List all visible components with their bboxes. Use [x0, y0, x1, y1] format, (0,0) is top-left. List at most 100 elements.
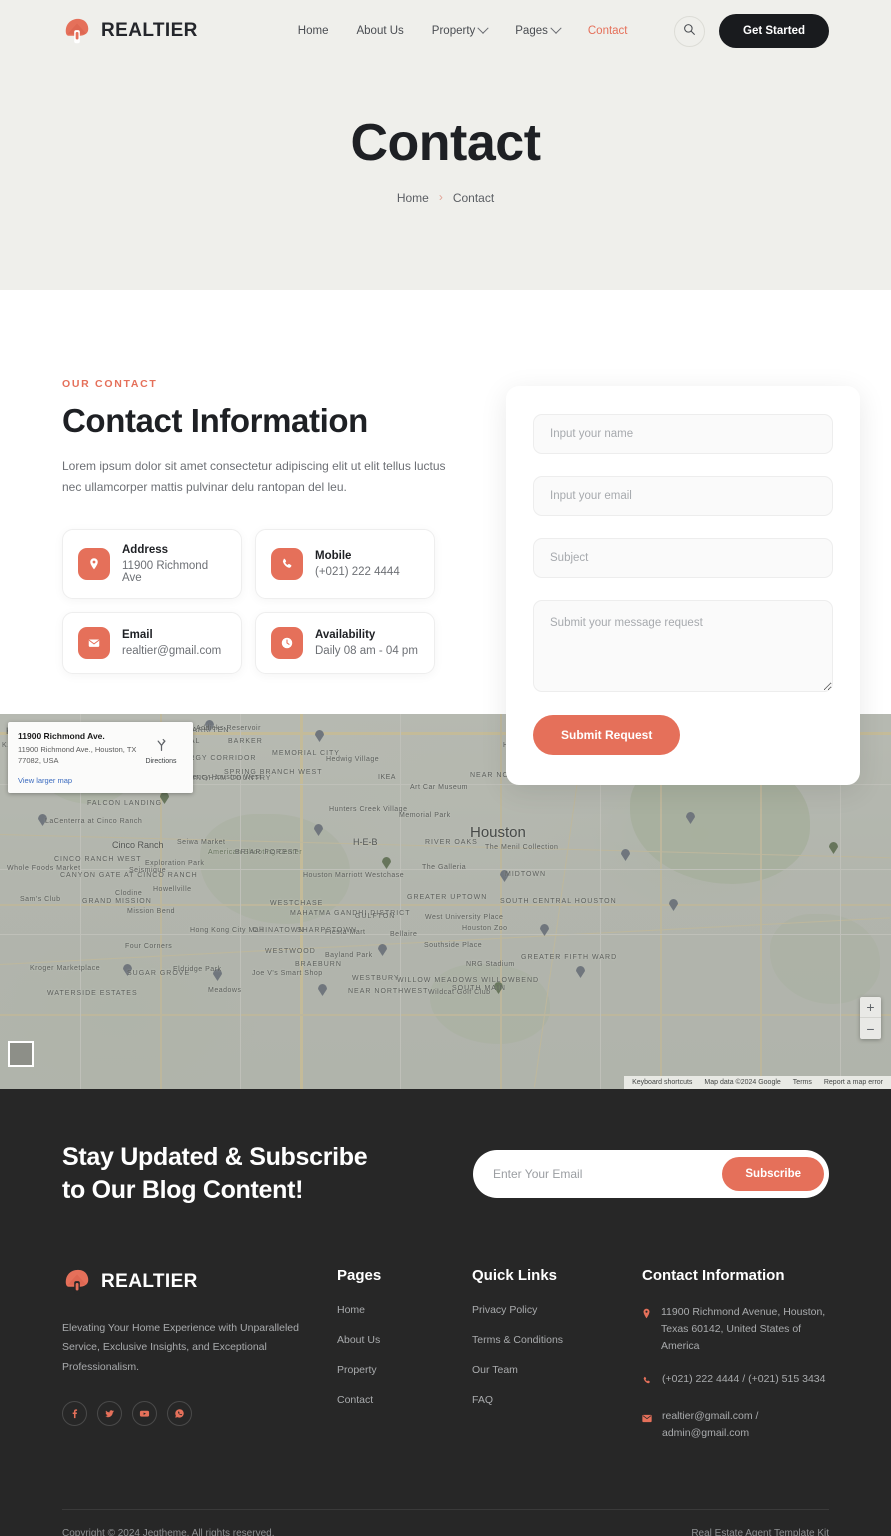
contact-card-value: 11900 Richmond Ave [122, 560, 209, 584]
map-place-label: NRG Stadium [466, 961, 515, 968]
view-larger-map-link[interactable]: View larger map [18, 776, 139, 785]
facebook-icon[interactable] [62, 1401, 87, 1427]
copyright-text: Copyright © 2024 Jegtheme, All rights re… [62, 1527, 275, 1536]
footer-link-faq[interactable]: FAQ [472, 1394, 642, 1406]
chevron-down-icon [477, 22, 489, 34]
footer-link-about-us[interactable]: About Us [337, 1334, 472, 1346]
nav-item-property[interactable]: Property [432, 22, 489, 37]
chevron-down-icon [550, 22, 562, 34]
map-place-label: MIDTOWN [505, 871, 547, 878]
map-place-label: Cinco Ranch [112, 840, 164, 850]
footer-link-our-team[interactable]: Our Team [472, 1364, 642, 1376]
footer-phone-text[interactable]: (+021) 222 4444 / (+021) 515 3434 [662, 1371, 825, 1388]
map-place-label: Four Corners [125, 943, 173, 950]
map-place-label: GREATER FIFTH WARD [521, 954, 618, 961]
keyboard-shortcuts-link[interactable]: Keyboard shortcuts [632, 1079, 692, 1086]
breadcrumb-item-home[interactable]: Home [397, 191, 429, 205]
map-data-credit: Map data ©2024 Google [704, 1079, 781, 1086]
main-navigation: Home About Us Property Pages Contact [298, 22, 628, 37]
map-streetview-thumbnail[interactable] [8, 1041, 34, 1067]
contact-card-email[interactable]: Email realtier@gmail.com [62, 612, 242, 674]
name-input[interactable] [533, 414, 833, 454]
map-place-label: Howellville [153, 886, 192, 893]
map-place-label: WESTWOOD [265, 948, 316, 955]
report-map-error-link[interactable]: Report a map error [824, 1079, 883, 1086]
subscribe-button[interactable]: Subscribe [722, 1157, 824, 1191]
directions-button[interactable]: Directions [139, 731, 183, 785]
house-logo-icon [62, 16, 92, 46]
newsletter-title-line2: to Our Blog Content! [62, 1176, 304, 1204]
whatsapp-icon[interactable] [167, 1401, 192, 1427]
footer-link-contact[interactable]: Contact [337, 1394, 472, 1406]
newsletter-section: Stay Updated & Subscribe to Our Blog Con… [0, 1089, 891, 1267]
contact-card-label: Address [122, 544, 169, 556]
footer-link-home[interactable]: Home [337, 1304, 472, 1316]
map-place-label: LaCenterra at Cinco Ranch [45, 818, 143, 825]
map-info-title: 11900 Richmond Ave. [18, 731, 105, 741]
map-place-label: Hunters Creek Village [329, 806, 408, 813]
contact-card-label: Availability [315, 629, 376, 641]
house-logo-icon [62, 1267, 92, 1297]
map-place-label: Mission Bend [127, 908, 176, 915]
map-place-label: WILLOW MEADOWS WILLOWBEND [397, 977, 540, 984]
map-place-label: Meadows [208, 987, 242, 994]
nav-item-contact[interactable]: Contact [588, 25, 628, 37]
clock-icon [271, 627, 303, 659]
map-place-label: Addicks Reservoir [196, 725, 261, 732]
site-header: REALTIER Home About Us Property Pages Co… [0, 0, 891, 62]
envelope-icon [642, 1410, 652, 1428]
email-input[interactable] [533, 476, 833, 516]
footer-brand-name: REALTIER [101, 1271, 198, 1292]
footer-column-title: Quick Links [472, 1267, 558, 1284]
map-place-label: Kroger Marketplace [30, 965, 101, 972]
footer-link-privacy-policy[interactable]: Privacy Policy [472, 1304, 642, 1316]
map-place-label: IKEA [378, 774, 396, 781]
twitter-icon[interactable] [97, 1401, 122, 1427]
contact-card-value: (+021) 222 4444 [315, 566, 400, 578]
footer-link-property[interactable]: Property [337, 1364, 472, 1376]
contact-card-value: Daily 08 am - 04 pm [315, 645, 418, 657]
map-place-label: Southside Place [424, 942, 483, 949]
footer-contact-address: 11900 Richmond Avenue, Houston, Texas 60… [642, 1304, 829, 1354]
nav-item-pages[interactable]: Pages [515, 22, 562, 37]
message-textarea[interactable] [533, 600, 833, 692]
footer-brand-logo[interactable]: REALTIER [62, 1267, 337, 1297]
map-place-label: WESTBURY [352, 975, 400, 982]
map-place-label: NEAR NORTHWEST [348, 988, 429, 995]
footer-email-text[interactable]: realtier@gmail.com / admin@gmail.com [662, 1408, 829, 1442]
map-terms-link[interactable]: Terms [793, 1079, 812, 1086]
search-button[interactable] [674, 15, 705, 47]
map-place-label: Hedwig Village [326, 756, 380, 763]
nav-item-label: Home [297, 25, 329, 37]
nav-item-about-us[interactable]: About Us [356, 25, 403, 37]
contact-card-label: Email [122, 629, 153, 641]
brand-logo[interactable]: REALTIER [62, 16, 198, 46]
map-zoom-out-button[interactable]: − [860, 1018, 881, 1039]
footer-about-text: Elevating Your Home Experience with Unpa… [62, 1322, 299, 1373]
contact-card-mobile[interactable]: Mobile (+021) 222 4444 [255, 529, 435, 599]
footer-link-terms-conditions[interactable]: Terms & Conditions [472, 1334, 642, 1346]
contact-card-availability[interactable]: Availability Daily 08 am - 04 pm [255, 612, 435, 674]
social-links [62, 1401, 337, 1427]
page-hero: Contact Home › Contact [0, 62, 891, 290]
get-started-button[interactable]: Get Started [719, 14, 829, 48]
nav-item-home[interactable]: Home [298, 25, 329, 37]
subject-input[interactable] [533, 538, 833, 578]
contact-card-address[interactable]: Address 11900 Richmond Ave [62, 529, 242, 599]
youtube-icon[interactable] [132, 1401, 157, 1427]
submit-request-button[interactable]: Submit Request [533, 715, 681, 755]
map-place-label: The Galleria [422, 864, 467, 871]
map-place-label: Clodine [115, 890, 143, 897]
map-place-label: Art Car Museum [410, 784, 468, 791]
map-place-label: SOUTH CENTRAL HOUSTON [500, 898, 617, 905]
map-zoom-in-button[interactable]: + [860, 997, 881, 1018]
newsletter-email-input[interactable] [493, 1167, 723, 1181]
footer-contact-phone: (+021) 222 4444 / (+021) 515 3434 [642, 1371, 829, 1391]
nav-item-label: Contact [587, 25, 628, 37]
map-place-label: Seismique [129, 867, 167, 874]
map-place-label: GRAND MISSION [82, 898, 152, 905]
brand-name: REALTIER [101, 20, 198, 41]
map-place-label: Houston [470, 824, 526, 841]
nav-item-label: Pages [515, 25, 548, 37]
map-place-label: Bellaire [390, 931, 418, 938]
